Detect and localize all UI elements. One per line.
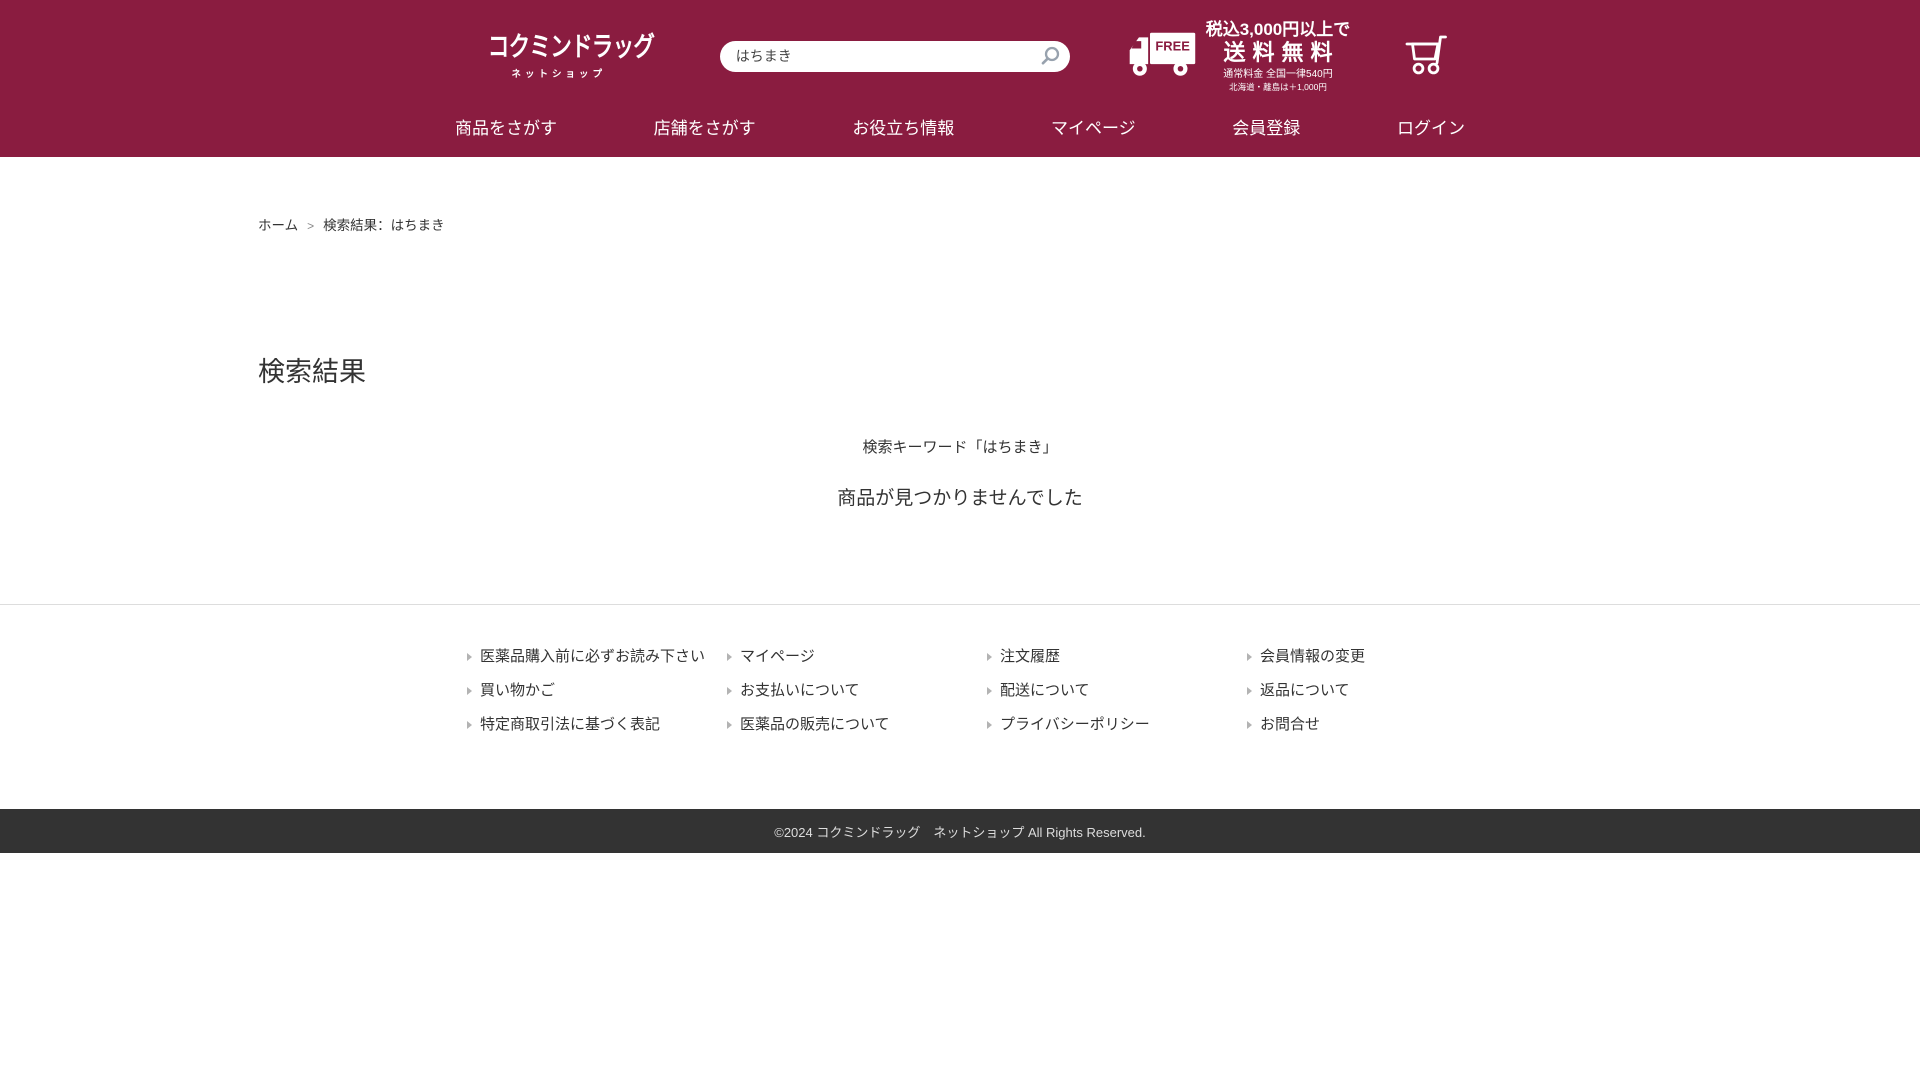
nav-item-login[interactable]: ログイン [1397, 114, 1465, 139]
arrow-right-icon [987, 721, 992, 729]
footer-column-1: 医薬品購入前に必ずお読み下さい 買い物かご 特定商取引法に基づく表記 [440, 649, 700, 751]
arrow-right-icon [1247, 687, 1252, 695]
cart-icon [1404, 32, 1450, 76]
arrow-right-icon [727, 721, 732, 729]
logo-text: コクミンドラッグ [488, 32, 630, 63]
no-results-message: 商品が見つかりませんでした [258, 483, 1662, 510]
copyright-text: ©2024 コクミンドラッグ ネットショップ All Rights Reserv… [774, 822, 1146, 841]
breadcrumb-home-link[interactable]: ホーム [258, 218, 298, 233]
footer-link-label: お問合せ [1260, 717, 1320, 732]
arrow-right-icon [1247, 653, 1252, 661]
breadcrumb-separator: > [307, 219, 314, 233]
footer-column-3: 注文履歴 配送について プライバシーポリシー [960, 649, 1220, 751]
arrow-right-icon [467, 721, 472, 729]
arrow-right-icon [467, 687, 472, 695]
search-input[interactable] [720, 41, 1070, 72]
footer-column-2: マイページ お支払いについて 医薬品の販売について [700, 649, 960, 751]
arrow-right-icon [987, 687, 992, 695]
footer-link-delivery[interactable]: 配送について [987, 683, 1220, 698]
nav-item-find-products[interactable]: 商品をさがす [455, 114, 557, 139]
nav-item-mypage[interactable]: マイページ [1051, 114, 1136, 139]
footer-link-order-history[interactable]: 注文履歴 [987, 649, 1220, 664]
arrow-right-icon [727, 653, 732, 661]
footer-link-label: 注文履歴 [1000, 649, 1060, 664]
main-content: ホーム > 検索結果：はちまき 検索結果 検索キーワード「はちまき」 商品が見つかり… [0, 157, 1920, 605]
free-badge: FREE [1155, 38, 1190, 53]
cart-button[interactable] [1404, 32, 1450, 81]
nav-item-useful-info[interactable]: お役立ち情報 [852, 114, 954, 139]
search-button[interactable] [1038, 45, 1062, 69]
nav-item-find-stores[interactable]: 店舗をさがす [654, 114, 756, 139]
shipping-text: 税込3,000円以上で 送料無料 通常料金 全国一律540円 北海道・離島は＋1… [1206, 20, 1351, 92]
footer-link-label: 特定商取引法に基づく表記 [480, 717, 660, 732]
arrow-right-icon [727, 687, 732, 695]
footer-link-label: 医薬品購入前に必ずお読み下さい [480, 649, 705, 664]
footer-column-4: 会員情報の変更 返品について お問合せ [1220, 649, 1480, 751]
page-title: 検索結果 [258, 354, 1662, 390]
breadcrumb-current: 検索結果：はちまき [323, 218, 445, 233]
footer-link-label: 買い物かご [480, 683, 555, 698]
logo-subtitle: ネットショップ [470, 66, 648, 80]
footer-link-label: プライバシーポリシー [1000, 717, 1150, 732]
header-top: コクミンドラッグ ネットショップ FREE [0, 0, 1920, 104]
footer-link-cart[interactable]: 買い物かご [467, 683, 700, 698]
footer-link-payment[interactable]: お支払いについて [727, 683, 960, 698]
footer-link-label: マイページ [740, 649, 815, 664]
footer-link-label: 返品について [1260, 683, 1350, 698]
breadcrumb: ホーム > 検索結果：はちまき [258, 219, 1662, 234]
shipping-note2: 北海道・離島は＋1,000円 [1206, 82, 1351, 92]
arrow-right-icon [1247, 721, 1252, 729]
footer-link-commercial-law[interactable]: 特定商取引法に基づく表記 [467, 717, 700, 732]
footer-link-label: 会員情報の変更 [1260, 649, 1365, 664]
free-shipping-banner: FREE 税込3,000円以上で 送料無料 通常料金 全国一律540円 北海道・… [1126, 20, 1351, 92]
arrow-right-icon [467, 653, 472, 661]
footer-link-contact[interactable]: お問合せ [1247, 717, 1480, 732]
search-keyword-line: 検索キーワード「はちまき」 [258, 436, 1662, 457]
site-footer: 医薬品購入前に必ずお読み下さい 買い物かご 特定商取引法に基づく表記 マイページ… [0, 605, 1920, 853]
shipping-note1: 通常料金 全国一律540円 [1206, 69, 1351, 81]
footer-links: 医薬品購入前に必ずお読み下さい 買い物かご 特定商取引法に基づく表記 マイページ… [0, 605, 1920, 751]
copyright-bar: ©2024 コクミンドラッグ ネットショップ All Rights Reserv… [0, 809, 1920, 853]
footer-link-drug-notice[interactable]: 医薬品購入前に必ずお読み下さい [467, 649, 700, 664]
footer-link-privacy-policy[interactable]: プライバシーポリシー [987, 717, 1220, 732]
shipping-line2: 送料無料 [1206, 40, 1351, 65]
site-header: コクミンドラッグ ネットショップ FREE [0, 0, 1920, 157]
footer-link-label: お支払いについて [740, 683, 860, 698]
truck-icon: FREE [1126, 30, 1198, 83]
shipping-line1: 税込3,000円以上で [1206, 20, 1351, 40]
footer-link-label: 医薬品の販売について [740, 717, 890, 732]
arrow-right-icon [987, 653, 992, 661]
search-icon [1039, 45, 1061, 67]
footer-link-member-info[interactable]: 会員情報の変更 [1247, 649, 1480, 664]
logo[interactable]: コクミンドラッグ ネットショップ [470, 32, 648, 79]
main-nav: 商品をさがす 店舗をさがす お役立ち情報 マイページ 会員登録 ログイン [455, 108, 1465, 144]
footer-link-returns[interactable]: 返品について [1247, 683, 1480, 698]
footer-link-label: 配送について [1000, 683, 1090, 698]
search-box [720, 41, 1070, 72]
footer-link-drug-sales[interactable]: 医薬品の販売について [727, 717, 960, 732]
nav-item-register[interactable]: 会員登録 [1232, 114, 1300, 139]
footer-link-mypage[interactable]: マイページ [727, 649, 960, 664]
